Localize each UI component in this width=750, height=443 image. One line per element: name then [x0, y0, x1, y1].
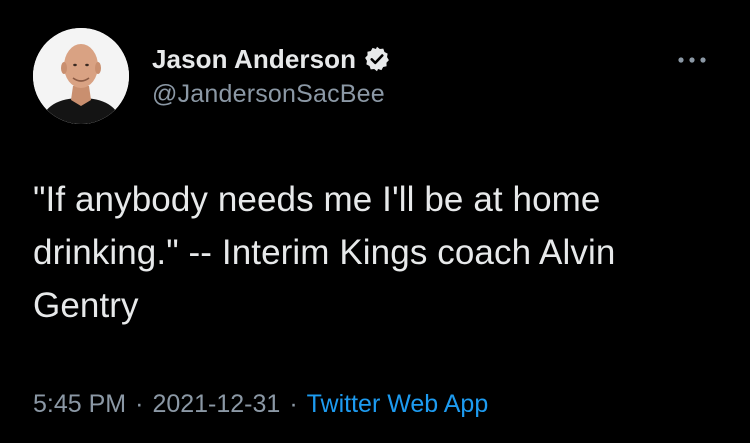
tweet-date[interactable]: 2021-12-31 — [152, 390, 280, 419]
more-options-button[interactable] — [672, 48, 712, 72]
verified-badge-icon — [363, 45, 391, 73]
tweet-text: "If anybody needs me I'll be at home dri… — [33, 180, 616, 325]
tweet-meta: 5:45 PM · 2021-12-31 · Twitter Web App — [33, 390, 488, 419]
tweet-card: Jason Anderson @JandersonSacBee "If anyb… — [0, 0, 750, 443]
handle[interactable]: @JandersonSacBee — [152, 80, 391, 109]
author-block: Jason Anderson @JandersonSacBee — [152, 40, 391, 109]
meta-separator: · — [289, 390, 298, 418]
avatar[interactable] — [33, 28, 129, 124]
meta-separator: · — [135, 390, 144, 418]
source-link[interactable]: Twitter Web App — [307, 390, 489, 419]
display-name[interactable]: Jason Anderson — [152, 44, 356, 75]
more-options-icon — [678, 57, 706, 63]
tweet-time[interactable]: 5:45 PM — [33, 390, 126, 419]
avatar-image — [33, 28, 129, 124]
name-row: Jason Anderson — [152, 40, 391, 78]
